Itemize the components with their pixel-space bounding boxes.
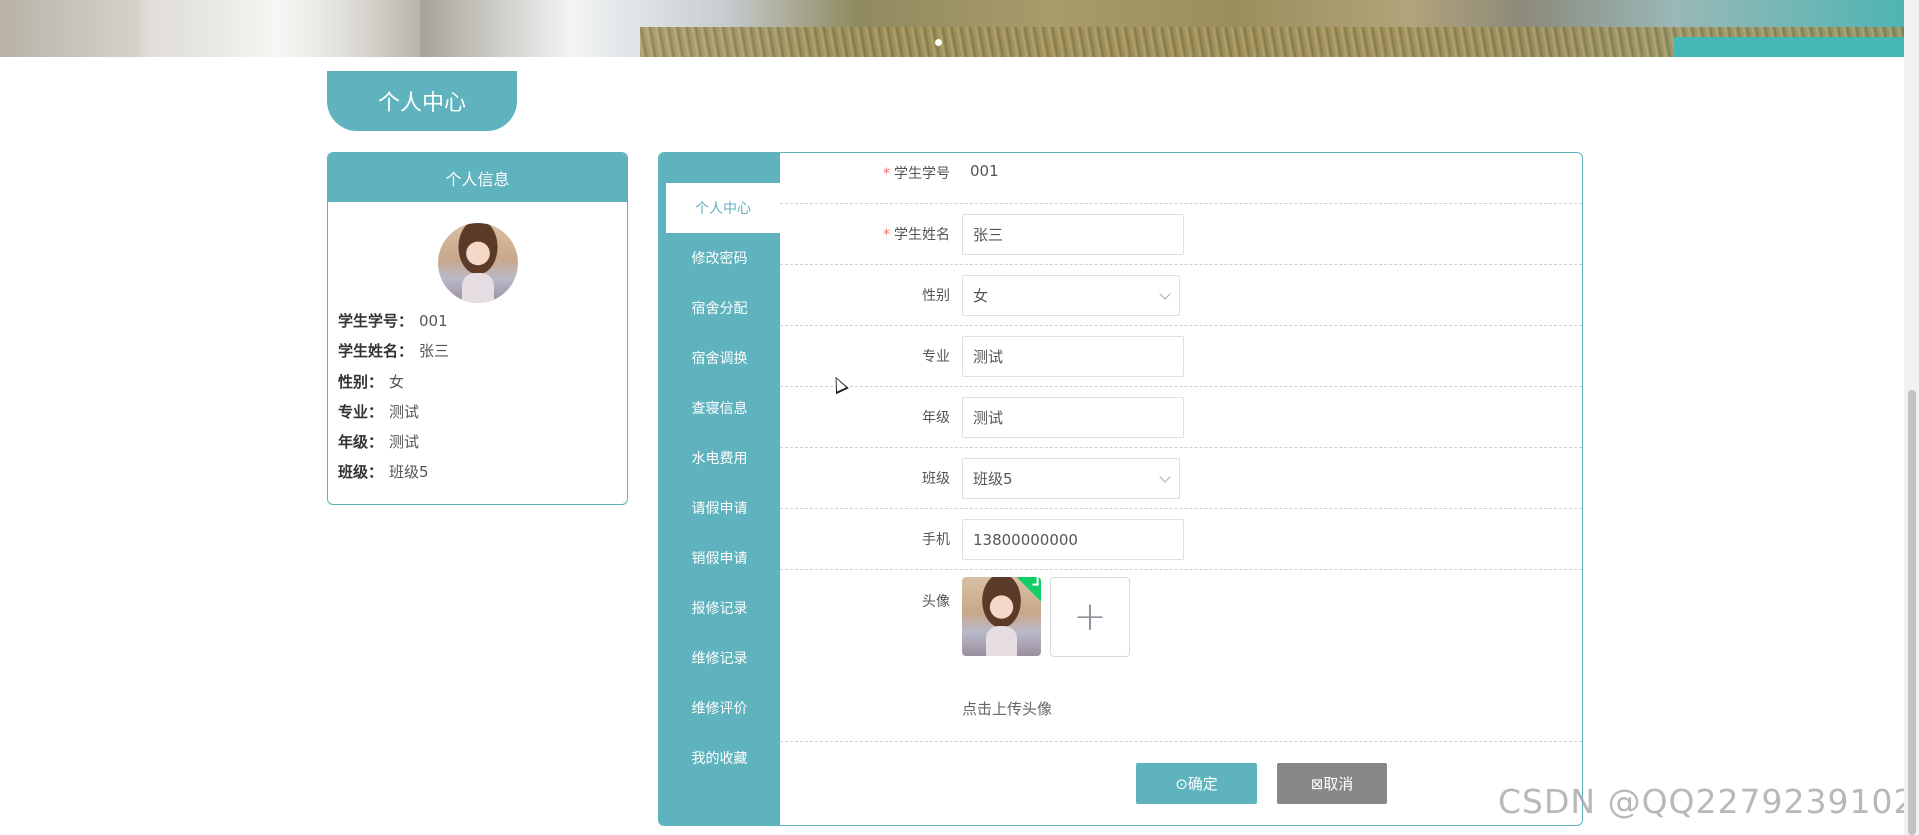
info-label: 班级： — [338, 463, 384, 482]
nav-item-utility-fees[interactable]: 水电费用 — [659, 433, 780, 483]
avatar-label: 头像 — [922, 594, 950, 610]
nav-item-leave-cancel[interactable]: 销假申请 — [659, 533, 780, 583]
info-label: 专业： — [338, 402, 384, 421]
info-label: 年级： — [338, 433, 384, 452]
upload-tip: 点击上传头像 — [962, 700, 1053, 718]
form-row-major: 专业 测试 — [780, 326, 1582, 387]
nav-item-dorm-check[interactable]: 查寝信息 — [659, 383, 780, 433]
gender-select[interactable]: 女 — [962, 275, 1180, 316]
info-row-grade: 年级： 测试 — [338, 427, 449, 457]
info-value: 女 — [389, 372, 405, 391]
nav-item-dorm-allocation[interactable]: 宿舍分配 — [659, 283, 780, 333]
confirm-button[interactable]: ⊙确定 — [1136, 763, 1257, 804]
student-id-value: 001 — [970, 162, 999, 180]
info-value: 测试 — [389, 402, 420, 421]
carousel-indicator-dot[interactable] — [935, 39, 942, 46]
gender-label: 性别 — [922, 288, 950, 304]
profile-panel: 个人中心 修改密码 宿舍分配 宿舍调换 查寝信息 水电费用 请假申请 销假申请 … — [658, 152, 1583, 826]
student-name-input[interactable]: 张三 — [962, 214, 1184, 255]
info-label: 学生学号： — [338, 312, 414, 330]
personal-info-card: 个人信息 学生学号： 001 学生姓名： 张三 性别： 女 专业： 测试 年级： 测试 班… — [327, 152, 628, 505]
page-title: 个人中心 — [327, 71, 517, 131]
info-value: 测试 — [389, 433, 420, 452]
cancel-button[interactable]: ⊠取消 — [1277, 763, 1387, 804]
class-label: 班级 — [922, 471, 950, 487]
info-value: 班级5 — [389, 463, 429, 482]
watermark: CSDN @QQ2279239102 — [1498, 782, 1916, 821]
class-select-value: 班级5 — [973, 470, 1013, 488]
banner-carousel[interactable] — [0, 0, 1904, 57]
phone-label: 手机 — [922, 532, 950, 548]
nav-item-leave-request[interactable]: 请假申请 — [659, 483, 780, 533]
major-input[interactable]: 测试 — [962, 336, 1184, 377]
upload-add-button[interactable]: + — [1050, 577, 1130, 657]
class-select[interactable]: 班级5 — [962, 458, 1180, 499]
uploaded-avatar-thumbnail[interactable] — [962, 577, 1041, 656]
page-scrollbar[interactable] — [1904, 0, 1919, 835]
personal-info-title: 个人信息 — [328, 153, 627, 202]
form-row-avatar: 头像 + 点击上传头像 — [780, 570, 1582, 742]
form-row-phone: 手机 13800000000 — [780, 509, 1582, 570]
avatar — [438, 223, 518, 303]
major-label: 专业 — [922, 349, 950, 365]
form-row-class: 班级 班级5 — [780, 448, 1582, 509]
student-id-label: * 学生学号 — [883, 166, 950, 182]
banner-image-water — [1674, 37, 1904, 57]
grade-label: 年级 — [922, 410, 950, 426]
nav-item-favorites[interactable]: 我的收藏 — [659, 733, 780, 783]
banner-image-highlight — [140, 0, 420, 57]
chevron-down-icon — [1159, 470, 1171, 483]
info-row-class: 班级： 班级5 — [338, 457, 449, 487]
scrollbar-thumb[interactable] — [1908, 390, 1916, 835]
info-row-student-name: 学生姓名： 张三 — [338, 336, 449, 366]
page: 个人中心 个人信息 学生学号： 001 学生姓名： 张三 性别： 女 专业： 测试 年级… — [0, 0, 1919, 835]
grade-input[interactable]: 测试 — [962, 397, 1184, 438]
nav-item-repair-records[interactable]: 报修记录 — [659, 583, 780, 633]
nav-item-personal-center[interactable]: 个人中心 — [666, 183, 780, 233]
info-label: 学生姓名： — [338, 342, 414, 361]
phone-input[interactable]: 13800000000 — [962, 519, 1184, 560]
form-row-gender: 性别 女 — [780, 265, 1582, 326]
student-name-label: * 学生姓名 — [883, 227, 950, 243]
chevron-down-icon — [1159, 287, 1171, 300]
info-label: 性别： — [338, 372, 384, 391]
info-value: 张三 — [419, 342, 450, 361]
nav-item-maintenance-rating[interactable]: 维修评价 — [659, 683, 780, 733]
info-value: 001 — [419, 312, 448, 330]
info-row-gender: 性别： 女 — [338, 367, 449, 397]
info-row-major: 专业： 测试 — [338, 397, 449, 427]
nav-item-change-password[interactable]: 修改密码 — [659, 233, 780, 283]
form-row-student-name: * 学生姓名 张三 — [780, 204, 1582, 265]
personal-info-list: 学生学号： 001 学生姓名： 张三 性别： 女 专业： 测试 年级： 测试 班级： 班级5 — [338, 306, 449, 488]
form-row-grade: 年级 测试 — [780, 387, 1582, 448]
nav-item-maintenance-records[interactable]: 维修记录 — [659, 633, 780, 683]
nav-item-dorm-swap[interactable]: 宿舍调换 — [659, 333, 780, 383]
gender-select-value: 女 — [973, 287, 989, 305]
form-row-student-id: * 学生学号 001 — [780, 153, 1582, 204]
info-row-student-id: 学生学号： 001 — [338, 306, 449, 336]
side-nav: 个人中心 修改密码 宿舍分配 宿舍调换 查寝信息 水电费用 请假申请 销假申请 … — [659, 153, 780, 825]
